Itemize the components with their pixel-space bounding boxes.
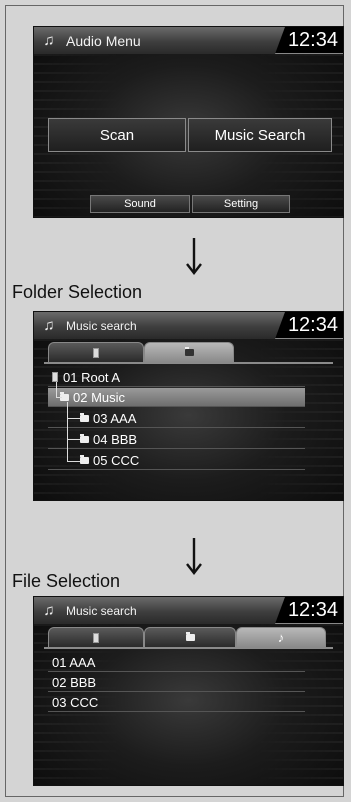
list-item[interactable]: 05 CCC xyxy=(48,451,305,470)
device-icon xyxy=(52,372,58,382)
down-arrow-icon xyxy=(186,238,202,275)
clock: 12:34 xyxy=(275,27,343,54)
tree-connector xyxy=(67,402,68,462)
tab-underline xyxy=(44,362,333,364)
list-item[interactable]: 02 Music xyxy=(48,388,305,407)
screen-title: Music search xyxy=(66,318,137,333)
screen-title: Music search xyxy=(66,603,137,618)
tab-folder[interactable] xyxy=(144,627,236,647)
title-bar: ♫ Music search 12:34 xyxy=(34,312,343,339)
usb-device-icon xyxy=(93,347,99,358)
tab-underline xyxy=(44,647,333,649)
tree-connector xyxy=(56,382,57,398)
tree-connector xyxy=(56,397,62,398)
list-item[interactable]: 02 BBB xyxy=(48,673,305,692)
row-label: 02 BBB xyxy=(52,674,97,690)
tab-folder[interactable] xyxy=(144,342,234,362)
music-note-icon: ♪ xyxy=(277,630,285,645)
tree-connector xyxy=(67,439,80,440)
title-bar: ♫ Music search 12:34 xyxy=(34,597,343,624)
setting-button[interactable]: Setting xyxy=(192,195,290,213)
tab-device[interactable] xyxy=(48,342,144,362)
music-search-button-label: Music Search xyxy=(214,126,306,144)
folder-icon xyxy=(80,454,89,464)
screen-title: Audio Menu xyxy=(66,32,141,49)
folder-icon xyxy=(185,632,195,641)
list-item[interactable]: 04 BBB xyxy=(48,430,305,449)
folder-icon xyxy=(80,433,89,443)
setting-button-label: Setting xyxy=(223,198,259,210)
tab-songs[interactable]: ♪ xyxy=(236,627,326,647)
list-item[interactable]: 03 AAA xyxy=(48,409,305,428)
list-item[interactable]: 03 CCC xyxy=(48,693,305,712)
folder-icon xyxy=(80,412,89,422)
row-label: 01 AAA xyxy=(52,654,96,670)
row-label: 05 CCC xyxy=(93,452,140,468)
sound-button-label: Sound xyxy=(124,198,156,210)
scan-button-label: Scan xyxy=(99,126,135,144)
tree-connector xyxy=(67,461,80,462)
music-note-icon: ♫ xyxy=(43,32,55,49)
sound-button[interactable]: Sound xyxy=(90,195,190,213)
file-selection-caption: File Selection xyxy=(12,571,121,591)
list-item[interactable]: 01 AAA xyxy=(48,653,305,672)
file-selection-screen: ♫ Music search 12:34 ♪ 01 AAA 02 BBB 03 … xyxy=(33,596,344,786)
row-label: 04 BBB xyxy=(93,431,138,447)
row-label: 01 Root A xyxy=(63,369,121,385)
page-frame: ♫ Audio Menu 12:34 Scan Music Search Sou… xyxy=(5,5,344,797)
row-label: 03 CCC xyxy=(52,694,99,710)
folder-selection-screen: ♫ Music search 12:34 01 Root A 02 Music … xyxy=(33,311,344,501)
tree-connector xyxy=(67,418,80,419)
clock: 12:34 xyxy=(275,312,343,339)
list-item[interactable]: 01 Root A xyxy=(48,368,305,387)
music-note-icon: ♫ xyxy=(43,602,55,619)
audio-menu-screen: ♫ Audio Menu 12:34 Scan Music Search Sou… xyxy=(33,26,344,218)
music-search-button[interactable]: Music Search xyxy=(188,118,332,152)
scan-button[interactable]: Scan xyxy=(48,118,186,152)
title-bar: ♫ Audio Menu 12:34 xyxy=(34,27,343,54)
music-note-icon: ♫ xyxy=(43,317,55,334)
down-arrow-icon xyxy=(186,538,202,575)
folder-selection-caption: Folder Selection xyxy=(12,282,143,302)
tab-device[interactable] xyxy=(48,627,144,647)
clock: 12:34 xyxy=(275,597,343,624)
row-label: 02 Music xyxy=(73,389,126,405)
usb-device-icon xyxy=(93,632,99,643)
row-label: 03 AAA xyxy=(93,410,137,426)
folder-icon xyxy=(184,347,194,356)
